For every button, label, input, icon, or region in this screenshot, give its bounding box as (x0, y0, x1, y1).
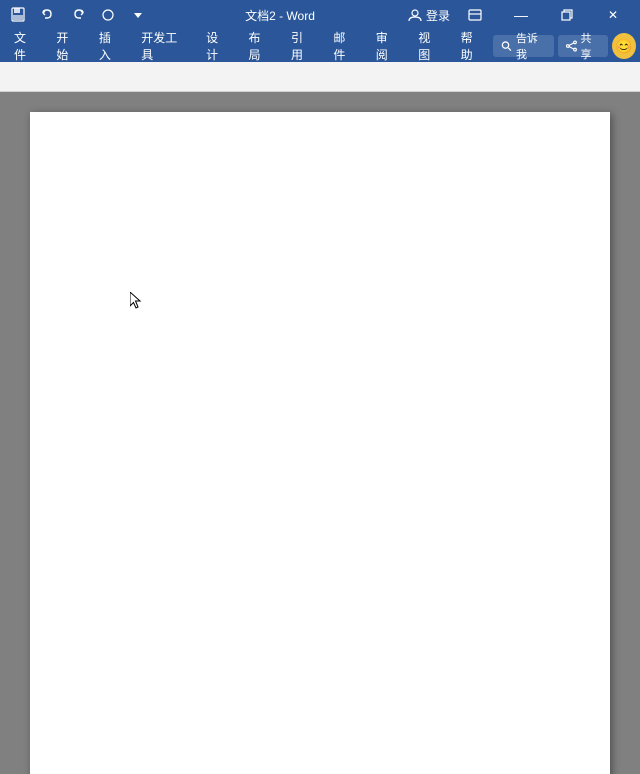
menu-layout[interactable]: 布局 (239, 30, 281, 62)
redo-button[interactable] (64, 3, 92, 27)
login-button[interactable]: 登录 (426, 7, 450, 24)
share-button[interactable]: 共享 (558, 35, 609, 57)
autosave-indicator (94, 3, 122, 27)
menu-help[interactable]: 帮助 (451, 30, 493, 62)
mouse-cursor (130, 292, 144, 310)
tell-me-search[interactable]: 告诉我 (493, 35, 554, 57)
window-title: 文档2 - Word (152, 7, 408, 24)
minimize-button[interactable]: — (498, 0, 544, 30)
share-icon (566, 40, 577, 52)
tell-me-label: 告诉我 (516, 30, 546, 62)
title-bar: 文档2 - Word 登录 — (0, 0, 640, 30)
restore-button[interactable] (544, 0, 590, 30)
quick-access-toolbar (4, 3, 152, 27)
menu-developer[interactable]: 开发工具 (131, 30, 196, 62)
user-avatar[interactable]: 😊 (612, 33, 636, 59)
login-area[interactable]: 登录 (408, 7, 450, 24)
save-button[interactable] (4, 3, 32, 27)
title-bar-right: 登录 — ✕ (408, 0, 636, 30)
window-controls: — ✕ (452, 0, 636, 30)
menu-home[interactable]: 开始 (46, 30, 88, 62)
menu-mailings[interactable]: 邮件 (323, 30, 365, 62)
menu-design[interactable]: 设计 (196, 30, 238, 62)
ribbon-options-button[interactable] (452, 0, 498, 30)
menu-review[interactable]: 审阅 (366, 30, 408, 62)
document-page[interactable] (30, 112, 610, 774)
menu-references[interactable]: 引用 (281, 30, 323, 62)
close-button[interactable]: ✕ (590, 0, 636, 30)
undo-button[interactable] (34, 3, 62, 27)
menu-file[interactable]: 文件 (4, 30, 46, 62)
share-label: 共享 (581, 30, 601, 62)
document-area (0, 92, 640, 774)
document-title: 文档2 - Word (245, 7, 315, 24)
quick-access-dropdown[interactable] (124, 3, 152, 27)
ribbon-toolbar (0, 62, 640, 92)
menu-bar: 文件 开始 插入 开发工具 设计 布局 引用 邮件 审阅 视图 帮助 告诉我 (0, 30, 640, 62)
menu-view[interactable]: 视图 (408, 30, 450, 62)
search-icon (501, 40, 512, 52)
menu-insert[interactable]: 插入 (89, 30, 131, 62)
